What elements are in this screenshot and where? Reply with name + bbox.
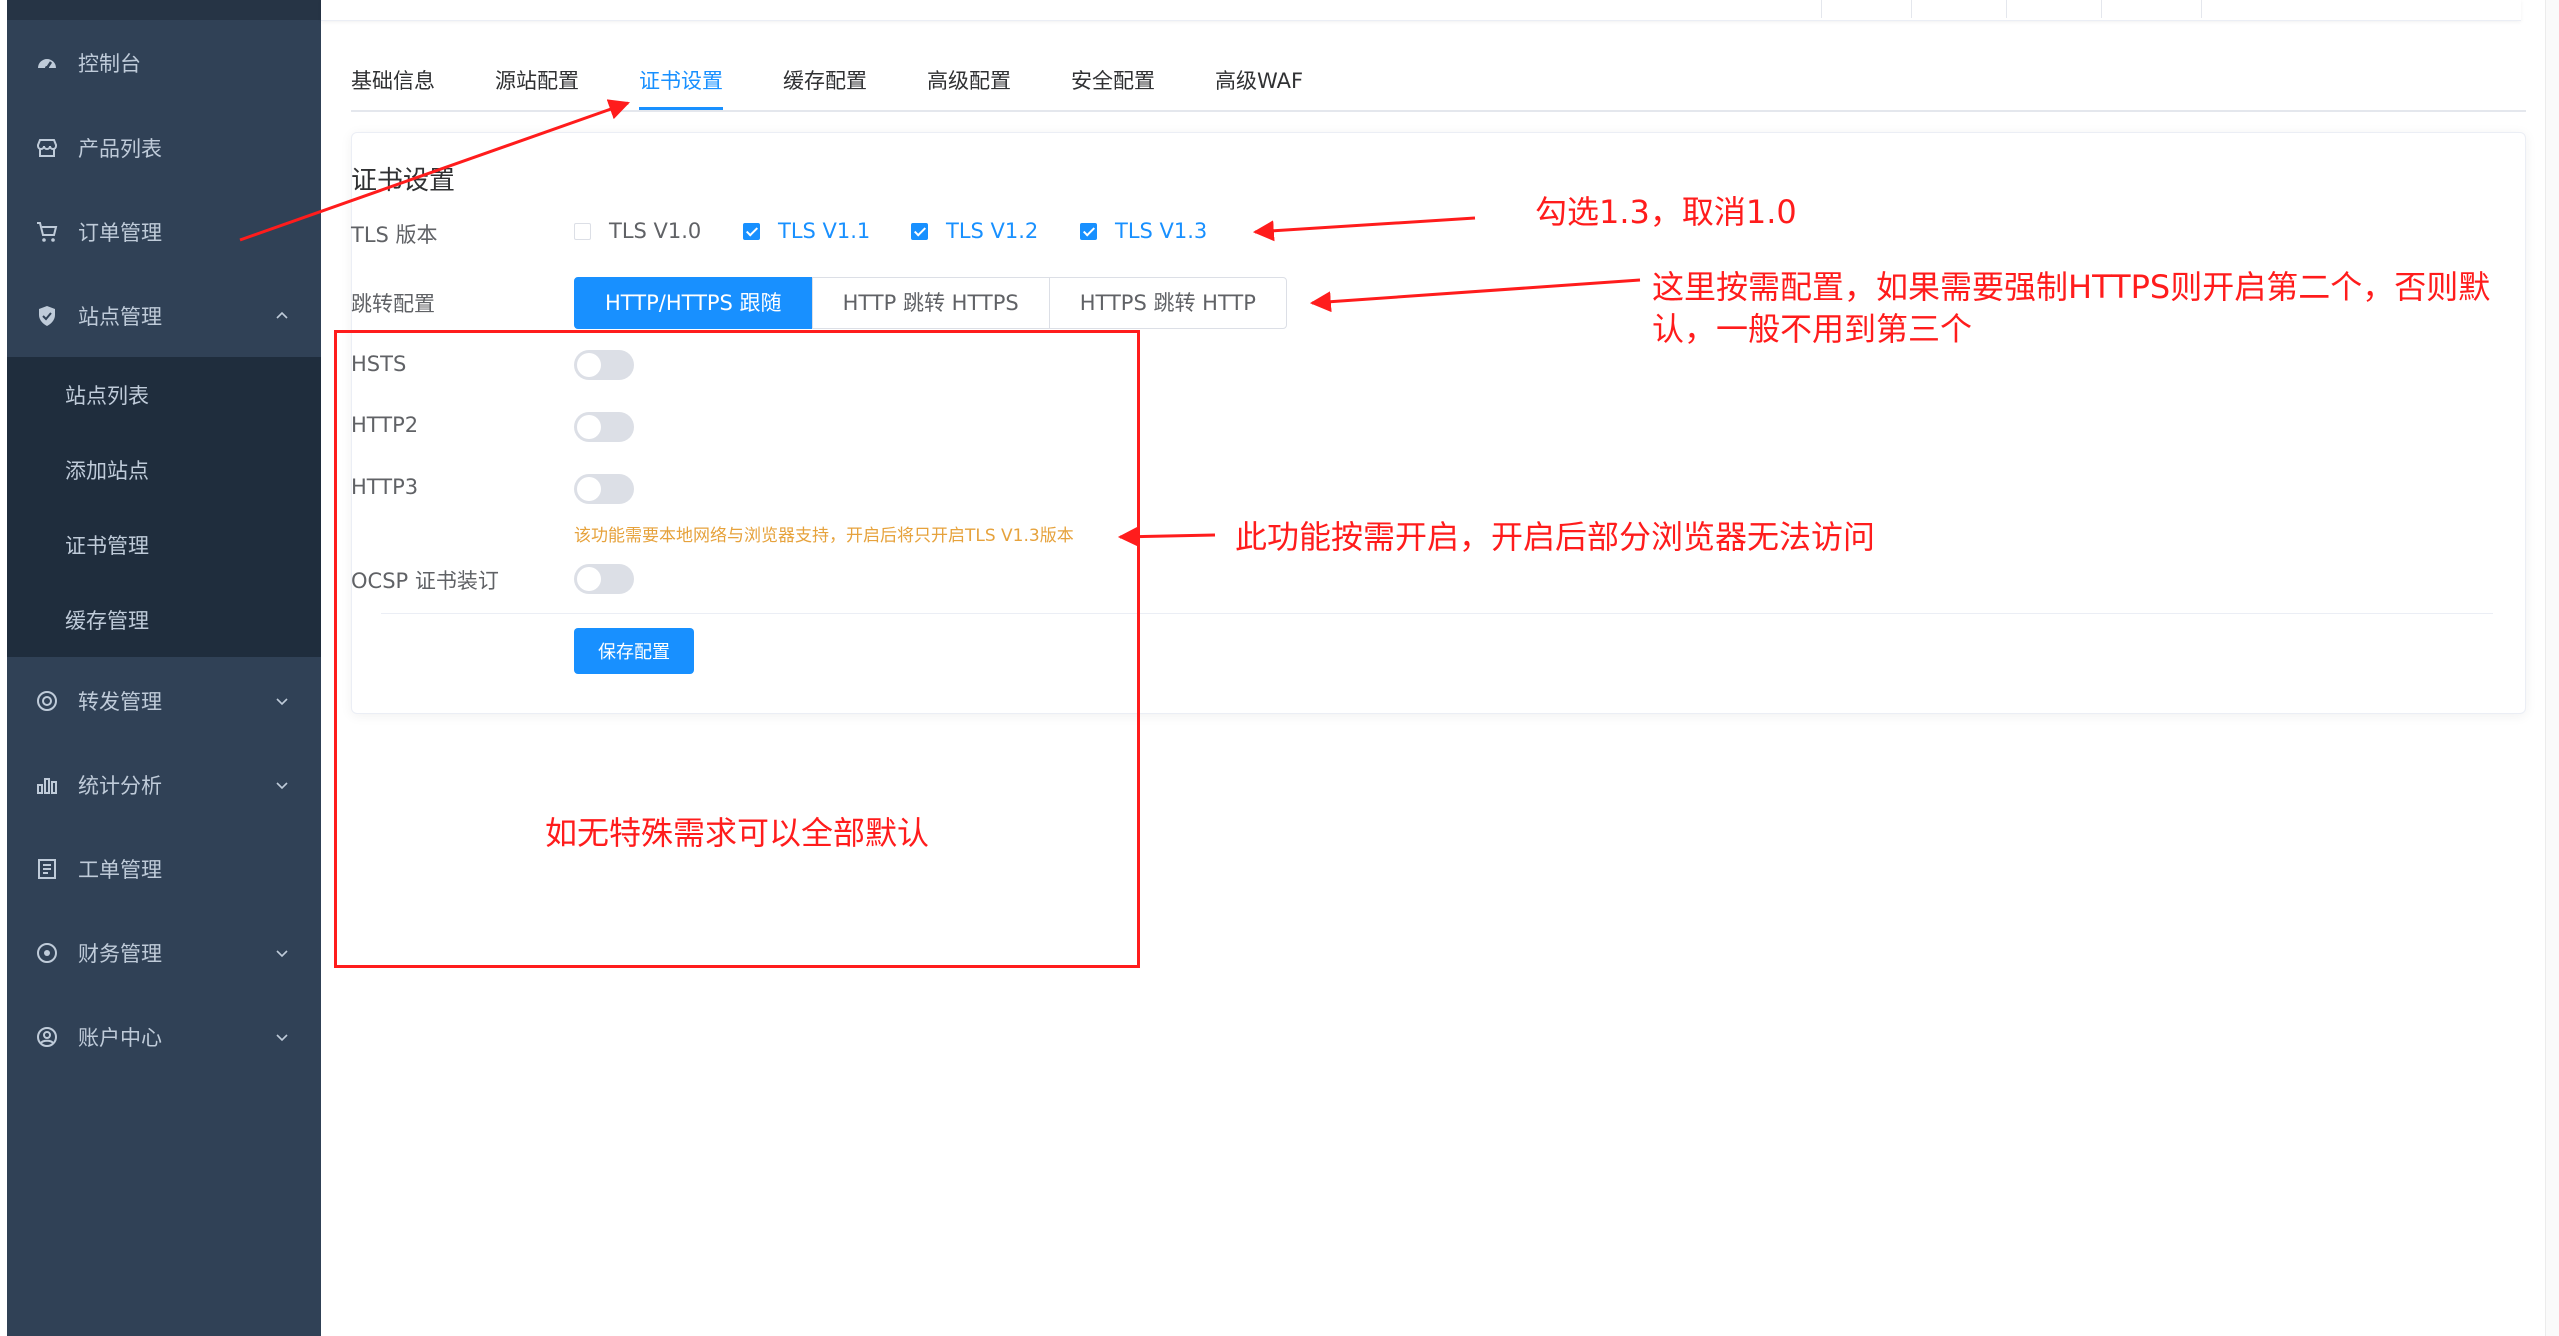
tls-v13-checkbox[interactable]: TLS V1.3	[1080, 219, 1207, 243]
user-circle-icon	[34, 1024, 60, 1050]
chevron-down-icon	[276, 698, 288, 706]
redirect-config-label: 跳转配置	[351, 292, 435, 316]
checkbox-label: TLS V1.1	[778, 219, 871, 243]
sidebar-header	[7, 0, 321, 20]
sidebar-item-finance[interactable]: 财务管理	[7, 911, 321, 995]
sidebar-item-label: 账户中心	[78, 1026, 162, 1050]
checkbox-label: TLS V1.3	[1115, 219, 1208, 243]
sidebar-item-label: 产品列表	[78, 137, 162, 161]
navbar-divider	[2006, 0, 2007, 18]
chevron-down-icon	[276, 1034, 288, 1042]
annotation-tls-note: 勾选1.3，取消1.0	[1535, 193, 1797, 231]
shield-icon	[34, 303, 60, 329]
tls-v12-checkbox[interactable]: TLS V1.2	[911, 219, 1038, 243]
checkbox-label: TLS V1.2	[946, 219, 1039, 243]
chevron-down-icon	[276, 782, 288, 790]
cart-icon	[34, 219, 60, 245]
checkbox-box	[574, 222, 591, 240]
sidebar-subitem-cert-management[interactable]: 证书管理	[7, 507, 321, 582]
sidebar-item-label: 站点管理	[78, 305, 162, 329]
bar-chart-icon	[34, 772, 60, 798]
annotation-http3-note: 此功能按需开启，开启后部分浏览器无法访问	[1235, 518, 1876, 556]
tls-v11-checkbox[interactable]: TLS V1.1	[743, 219, 870, 243]
compass-icon	[34, 940, 60, 966]
annotation-default-note: 如无特殊需求可以全部默认	[545, 814, 930, 852]
tab-security-config[interactable]: 安全配置	[1071, 54, 1155, 108]
sidebar-item-products[interactable]: 产品列表	[7, 106, 321, 190]
navbar-divider	[1911, 0, 1912, 18]
sidebar-item-forwarding[interactable]: 转发管理	[7, 659, 321, 743]
redirect-follow-button[interactable]: HTTP/HTTPS 跟随	[574, 277, 813, 329]
chevron-down-icon	[276, 950, 288, 958]
redirect-radio-group: HTTP/HTTPS 跟随 HTTP 跳转 HTTPS HTTPS 跳转 HTT…	[574, 277, 1287, 329]
config-tabs: 基础信息 源站配置 证书设置 缓存配置 高级配置 安全配置 高级WAF	[351, 54, 2526, 112]
document-icon	[34, 856, 60, 882]
sidebar-subitem-cache-management[interactable]: 缓存管理	[7, 582, 321, 657]
sidebar-item-statistics[interactable]: 统计分析	[7, 743, 321, 827]
sidebar-item-label: 订单管理	[78, 221, 162, 245]
shop-icon	[34, 135, 60, 161]
tls-v10-checkbox[interactable]: TLS V1.0	[574, 219, 701, 243]
tab-advanced-waf[interactable]: 高级WAF	[1215, 54, 1303, 108]
sidebar-item-account[interactable]: 账户中心	[7, 995, 321, 1079]
annotation-highlight-box	[334, 330, 1140, 968]
redirect-http-to-https-button[interactable]: HTTP 跳转 HTTPS	[811, 277, 1050, 329]
tab-cache-config[interactable]: 缓存配置	[783, 54, 867, 108]
dashboard-icon	[34, 50, 60, 76]
redirect-https-to-http-button[interactable]: HTTPS 跳转 HTTP	[1048, 277, 1287, 329]
sidebar-submenu-sites: 站点列表 添加站点 证书管理 缓存管理	[7, 357, 321, 657]
sidebar-subitem-label: 证书管理	[65, 533, 149, 558]
tls-version-label: TLS 版本	[351, 223, 438, 247]
sidebar-subitem-site-list[interactable]: 站点列表	[7, 357, 321, 432]
tab-origin-config[interactable]: 源站配置	[495, 54, 579, 108]
page-title: 证书设置	[351, 166, 456, 196]
checkbox-box	[911, 222, 928, 240]
chevron-up-icon	[276, 311, 288, 319]
sidebar-subitem-label: 站点列表	[65, 383, 149, 408]
target-icon	[34, 688, 60, 714]
sidebar-item-label: 转发管理	[78, 690, 162, 714]
scrollbar[interactable]	[2545, 0, 2559, 1336]
tab-basic-info[interactable]: 基础信息	[351, 54, 435, 108]
checkbox-box	[1080, 222, 1097, 240]
checkbox-box	[743, 222, 760, 240]
sidebar-item-label: 财务管理	[78, 942, 162, 966]
top-navbar	[321, 0, 2521, 21]
navbar-divider	[2201, 0, 2202, 18]
sidebar-item-label: 控制台	[78, 52, 141, 76]
sidebar-subitem-add-site[interactable]: 添加站点	[7, 432, 321, 507]
sidebar-item-label: 统计分析	[78, 774, 162, 798]
navbar-divider	[2101, 0, 2102, 18]
navbar-divider	[1821, 0, 1822, 18]
sidebar-subitem-label: 缓存管理	[65, 608, 149, 633]
annotation-redirect-note: 这里按需配置，如果需要强制HTTPS则开启第二个，否则默认，一般不用到第三个	[1652, 268, 2491, 348]
sidebar-item-tickets[interactable]: 工单管理	[7, 827, 321, 911]
tab-advanced-config[interactable]: 高级配置	[927, 54, 1011, 108]
tab-cert-settings[interactable]: 证书设置	[639, 54, 723, 110]
sidebar-item-dashboard[interactable]: 控制台	[7, 21, 321, 105]
sidebar-item-orders[interactable]: 订单管理	[7, 190, 321, 274]
sidebar-item-sites[interactable]: 站点管理	[7, 274, 321, 358]
sidebar: 控制台 产品列表 订单管理 站点管理 站点列表 添加站点 证书管理 缓存管理 转…	[7, 0, 321, 1336]
sidebar-item-label: 工单管理	[78, 858, 162, 882]
sidebar-subitem-label: 添加站点	[65, 458, 149, 483]
checkbox-label: TLS V1.0	[609, 219, 702, 243]
